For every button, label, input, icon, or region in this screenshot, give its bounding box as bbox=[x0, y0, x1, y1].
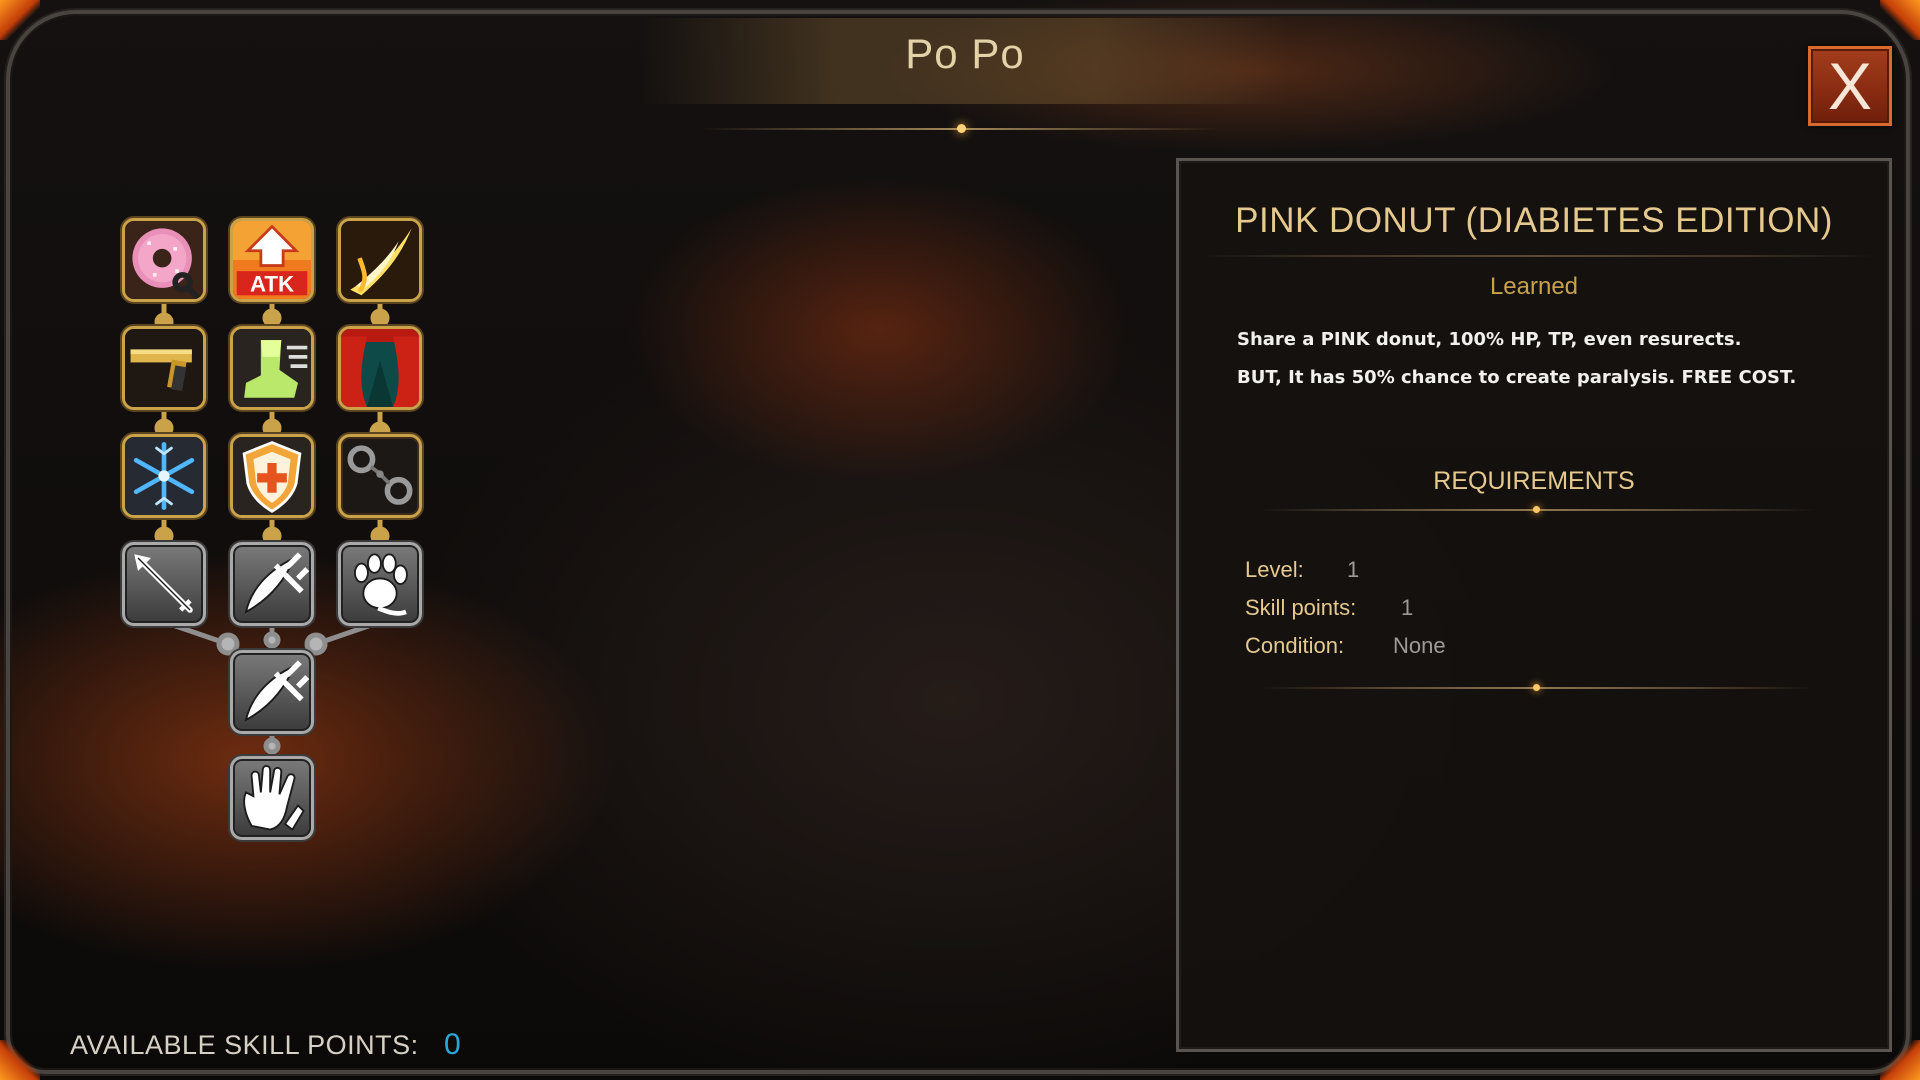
available-skill-points-label: AVAILABLE SKILL POINTS: bbox=[70, 1030, 419, 1060]
requirement-condition: Condition: None bbox=[1245, 633, 1446, 659]
red-curtain-icon bbox=[341, 329, 419, 407]
skill-tree: ATK bbox=[0, 0, 520, 900]
skill-slot-snowflake[interactable] bbox=[122, 434, 206, 518]
skill-slot-swift-boot[interactable] bbox=[230, 326, 314, 410]
snowflake-icon bbox=[125, 437, 203, 515]
close-button[interactable]: X bbox=[1808, 46, 1892, 126]
skill-slot-crossed-blades[interactable] bbox=[230, 542, 314, 626]
requirement-value: None bbox=[1393, 633, 1446, 658]
name-divider bbox=[1199, 255, 1875, 257]
skill-slot-open-hand[interactable] bbox=[230, 756, 314, 840]
requirements-title: REQUIREMENTS bbox=[1433, 467, 1635, 495]
pink-donut-icon bbox=[125, 221, 203, 299]
divider-gem bbox=[1533, 506, 1540, 513]
description-line: BUT, It has 50% chance to create paralys… bbox=[1237, 367, 1797, 388]
title-divider-gem bbox=[957, 124, 966, 133]
skill-slot-golden-pistol[interactable] bbox=[122, 326, 206, 410]
spear-icon bbox=[134, 554, 193, 613]
crossed-blades-icon bbox=[244, 552, 310, 614]
skill-detail-panel: PINK DONUT (DIABIETES EDITION) Learned S… bbox=[1176, 158, 1892, 1052]
requirement-label: Level: bbox=[1245, 557, 1304, 582]
medic-shield-icon bbox=[233, 437, 311, 515]
paw-claw-icon bbox=[354, 553, 408, 616]
atk-badge-text: ATK bbox=[250, 272, 294, 297]
requirement-label: Skill points: bbox=[1245, 595, 1357, 620]
requirement-skill-points: Skill points: 1 bbox=[1245, 595, 1413, 621]
skill-slot-spear[interactable] bbox=[122, 542, 206, 626]
requirement-value: 1 bbox=[1401, 595, 1414, 620]
swift-boot-icon bbox=[233, 329, 311, 407]
corner-ornament bbox=[1880, 0, 1920, 40]
requirement-value: 1 bbox=[1347, 557, 1360, 582]
window-title: Po Po bbox=[905, 30, 1025, 77]
skill-slot-crossed-blades-2[interactable] bbox=[230, 650, 314, 734]
open-hand-icon bbox=[243, 765, 305, 831]
skill-slot-medic-shield[interactable] bbox=[230, 434, 314, 518]
skill-slot-atk-up[interactable]: ATK bbox=[230, 218, 314, 302]
skill-slot-handcuffs[interactable] bbox=[338, 434, 422, 518]
corner-ornament bbox=[0, 1040, 40, 1080]
skill-slot-paw-claw[interactable] bbox=[338, 542, 422, 626]
divider-gem bbox=[1533, 684, 1540, 691]
flame-slash-icon bbox=[341, 221, 419, 299]
skill-description: Share a PINK donut, 100% HP, TP, even re… bbox=[1237, 321, 1857, 397]
crossed-blades-icon bbox=[244, 660, 310, 722]
golden-pistol-icon bbox=[125, 329, 203, 407]
skill-slot-pink-donut[interactable] bbox=[122, 218, 206, 302]
skill-slot-flame-slash[interactable] bbox=[338, 218, 422, 302]
description-line: Share a PINK donut, 100% HP, TP, even re… bbox=[1237, 329, 1742, 350]
requirement-label: Condition: bbox=[1245, 633, 1345, 658]
skill-status: Learned bbox=[1489, 273, 1579, 300]
handcuffs-icon bbox=[347, 445, 413, 505]
skill-slot-red-curtain[interactable] bbox=[338, 326, 422, 410]
skill-name: PINK DONUT (DIABIETES EDITION) bbox=[1235, 201, 1833, 240]
available-skill-points-value: 0 bbox=[444, 1028, 461, 1061]
skill-window: Po Po X ATK AVAILABLE SKILL POINTS: 0 PI… bbox=[0, 0, 1920, 1080]
atk-up-icon: ATK bbox=[233, 221, 311, 299]
requirement-level: Level: 1 bbox=[1245, 557, 1359, 583]
